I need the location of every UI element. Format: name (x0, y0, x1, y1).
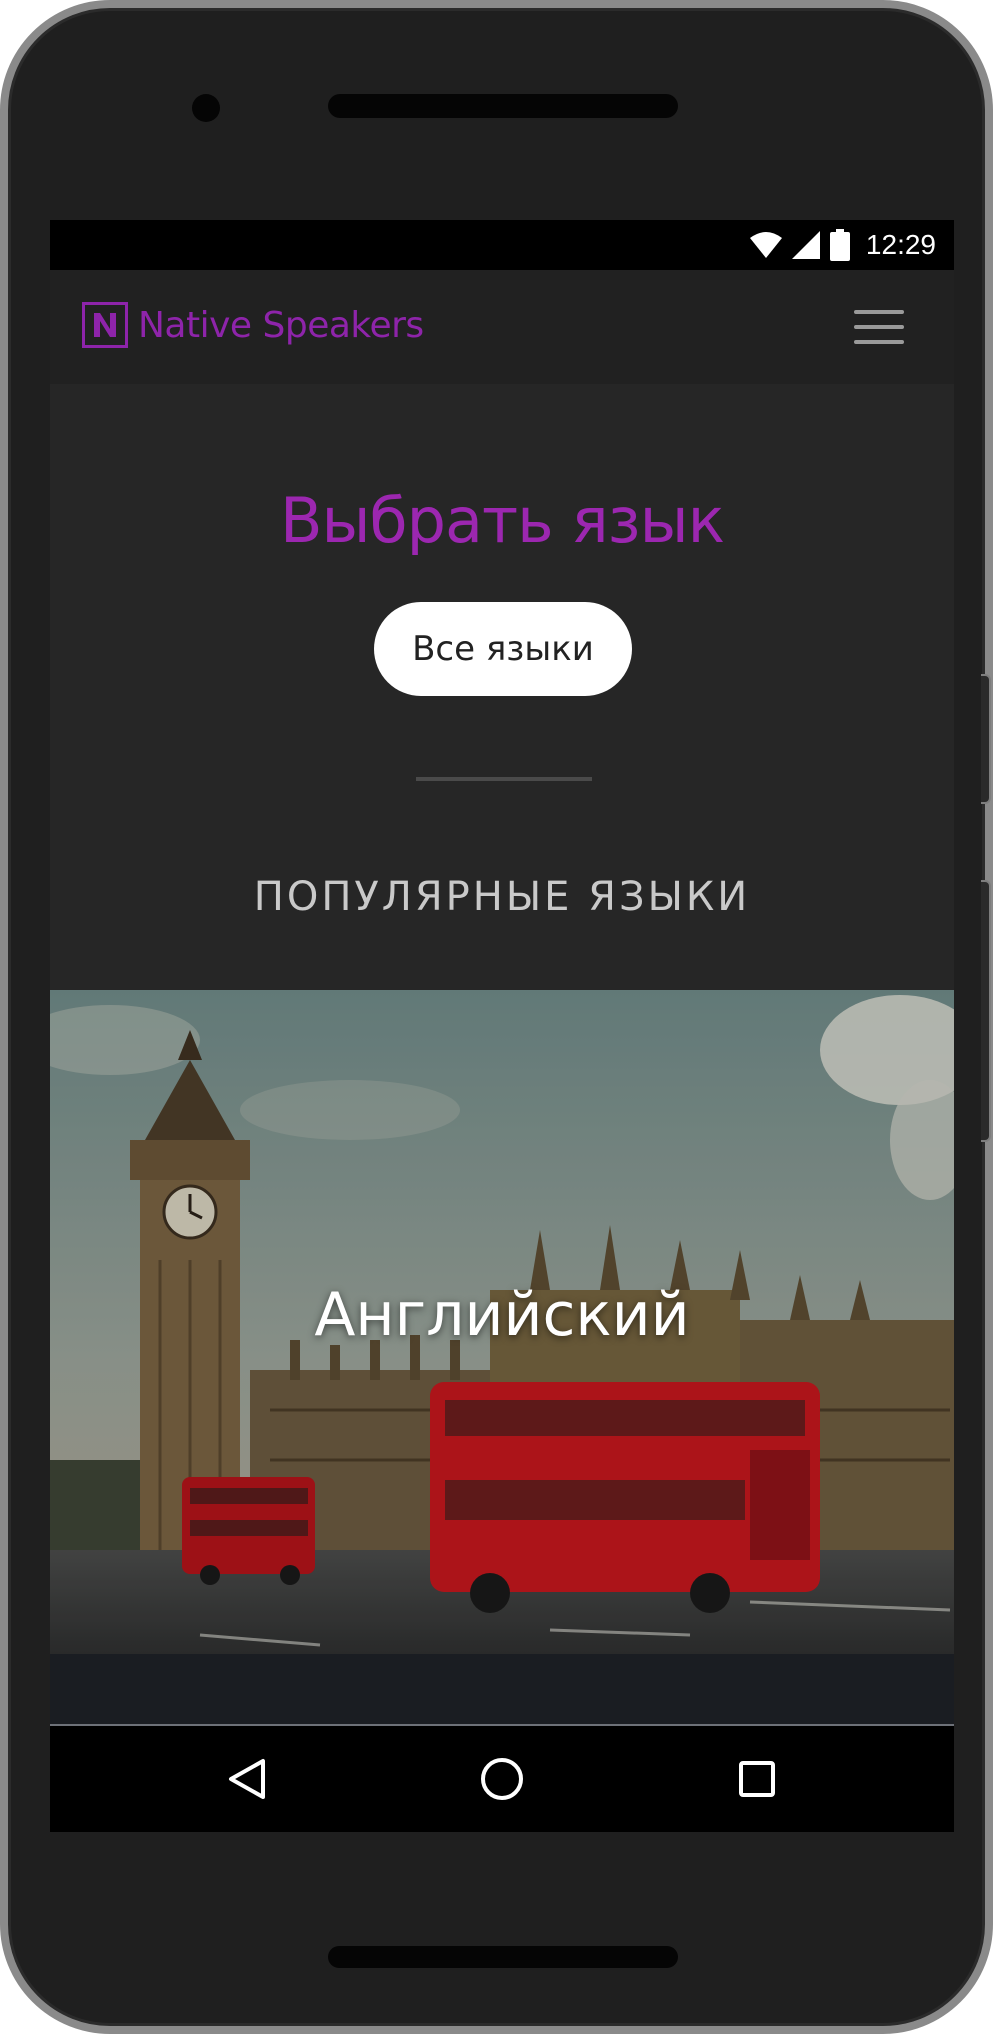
logo-letter-n-icon (94, 313, 116, 337)
volume-button (981, 880, 991, 1142)
choose-language-title: Выбрать язык (279, 484, 725, 557)
divider (416, 777, 592, 781)
all-languages-button[interactable]: Все языки (374, 602, 632, 696)
home-icon[interactable] (475, 1752, 529, 1806)
logo-icon (82, 302, 128, 348)
power-button (981, 674, 991, 804)
bottom-speaker (328, 1946, 678, 1968)
hamburger-icon[interactable] (854, 308, 904, 346)
status-icons: 12:29 (749, 228, 936, 262)
brand-name: Native Speakers (138, 304, 424, 346)
app-header: Native Speakers (50, 270, 954, 384)
language-card-english[interactable]: Английский (50, 990, 954, 1654)
next-card-peek (50, 1654, 954, 1726)
status-time: 12:29 (865, 229, 936, 260)
back-icon[interactable] (220, 1752, 274, 1806)
wifi-icon (749, 232, 782, 258)
brand-logo[interactable]: Native Speakers (82, 302, 424, 348)
system-nav-bar (50, 1726, 954, 1832)
front-camera (192, 94, 220, 122)
language-label-english: Английский (314, 1280, 690, 1350)
popular-languages-title: ПОПУЛЯРНЫЕ ЯЗЫКИ (253, 874, 751, 920)
screen: 12:29 Native Speakers Выбрать язык Все я… (50, 220, 954, 1832)
battery-icon (829, 229, 850, 261)
signal-icon (791, 231, 820, 259)
recents-icon[interactable] (730, 1752, 784, 1806)
phone-frame: 12:29 Native Speakers Выбрать язык Все я… (0, 0, 993, 2034)
earpiece-speaker (328, 94, 678, 118)
status-bar: 12:29 (50, 220, 954, 270)
